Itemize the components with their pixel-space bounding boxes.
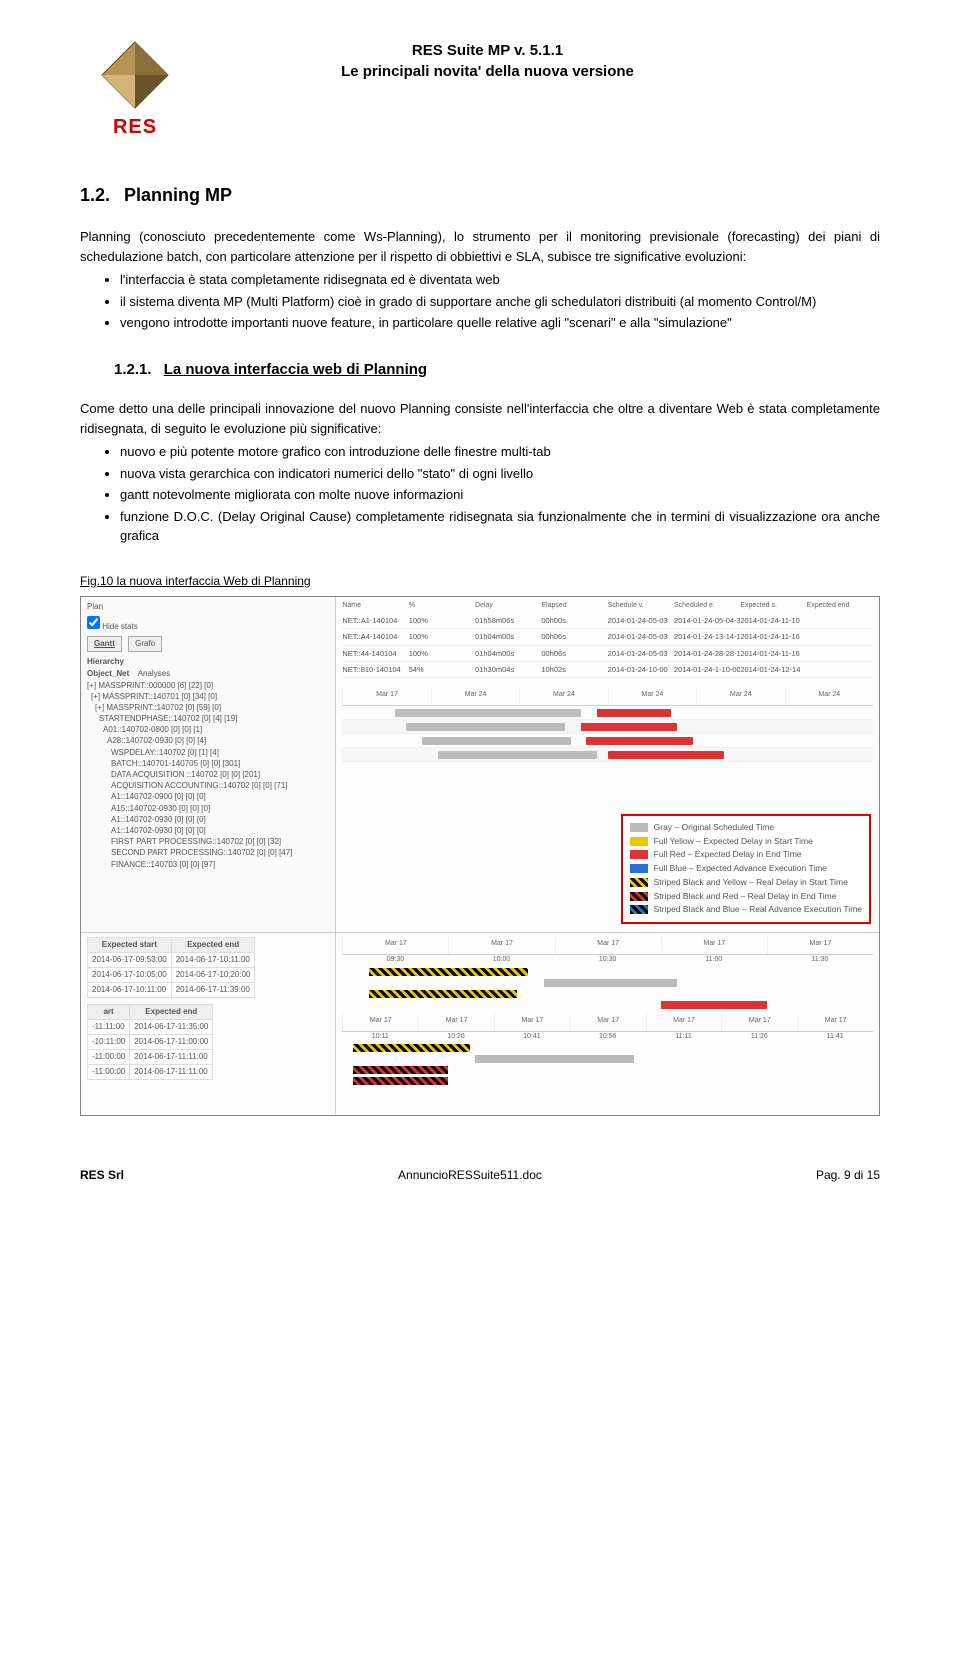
planning-screenshot: Plan Hide stats Gantt Grafo Hierarchy Ob…	[80, 596, 880, 1116]
res-diamond-icon	[100, 40, 170, 110]
footer-right: Pag. 9 di 15	[816, 1166, 880, 1184]
tree-item[interactable]: SECOND PART PROCESSING::140702 [0] [0] […	[87, 847, 329, 858]
tree-item[interactable]: [+] MASSPRINT::140702 [0] [59] [0]	[87, 702, 329, 713]
section-heading: 1.2. Planning MP	[80, 182, 880, 209]
tree-item[interactable]: ACQUISITION ACCOUNTING::140702 [0] [0] […	[87, 780, 329, 791]
tree-item[interactable]: FINANCE::140703 [0] [0] [97]	[87, 859, 329, 870]
list-item: nuova vista gerarchica con indicatori nu…	[120, 464, 880, 484]
section-intro: Planning (conosciuto precedentemente com…	[80, 227, 880, 266]
res-logo-text: RES	[80, 112, 190, 142]
page-footer: RES Srl AnnuncioRESSuite511.doc Pag. 9 d…	[80, 1166, 880, 1184]
list-item: vengono introdotte importanti nuove feat…	[120, 313, 880, 333]
legend-box: Gray – Original Scheduled TimeFull Yello…	[621, 814, 871, 924]
tree-item[interactable]: BATCH::140701-140705 [0] [0] [301]	[87, 758, 329, 769]
plan-label: Plan	[87, 602, 103, 611]
tree-item[interactable]: DATA ACQUISITION ::140702 [0] [0] [201]	[87, 769, 329, 780]
footer-left: RES Srl	[80, 1166, 124, 1184]
tree-item[interactable]: A1::140702-0930 [0] [0] [0]	[87, 825, 329, 836]
subsection-heading: 1.2.1. La nuova interfaccia web di Plann…	[114, 359, 880, 382]
legend-item: Striped Black and Blue – Real Advance Ex…	[630, 903, 862, 916]
tree-item[interactable]: STARTENDPHASE::140702 [0] [4] [19]	[87, 713, 329, 724]
tree-item[interactable]: A28::140702-0930 [0] [0] [4]	[87, 735, 329, 746]
tree-item[interactable]: [+] MASSPRINT::000000 [6] [22] [0]	[87, 680, 329, 691]
hide-stats-label: Hide stats	[102, 622, 138, 631]
section-bullet-list: l'interfaccia è stata completamente ridi…	[120, 270, 880, 333]
subsection-title: La nuova interfaccia web di Planning	[164, 361, 427, 378]
legend-item: Striped Black and Red – Real Delay in En…	[630, 890, 862, 903]
subsection-number: 1.2.1.	[114, 361, 152, 378]
subsection-intro: Come detto una delle principali innovazi…	[80, 399, 880, 438]
tab-grafo[interactable]: Grafo	[128, 636, 162, 652]
section-title: Planning MP	[124, 182, 232, 209]
object-net-label: Object_Net	[87, 669, 129, 678]
list-item: nuovo e più potente motore grafico con i…	[120, 442, 880, 462]
list-item: il sistema diventa MP (Multi Platform) c…	[120, 292, 880, 312]
legend-item: Gray – Original Scheduled Time	[630, 821, 862, 834]
list-item: gantt notevolmente migliorata con molte …	[120, 485, 880, 505]
bottom-gantt: Mar 17Mar 17Mar 17Mar 17Mar 1709:3010:00…	[336, 933, 879, 1114]
bottom-left-table: Expected startExpected end2014-06-17-09:…	[81, 933, 336, 1114]
legend-item: Full Red – Expected Delay in End Time	[630, 848, 862, 861]
legend-item: Striped Black and Yellow – Real Delay in…	[630, 876, 862, 889]
logo-block: RES	[80, 40, 190, 142]
page-header: RES RES Suite MP v. 5.1.1 Le principali …	[80, 40, 880, 142]
tree-header: Hierarchy	[87, 656, 329, 668]
tree-item[interactable]: A1::140702-0930 [0] [0] [0]	[87, 814, 329, 825]
title-line2: Le principali novita' della nuova versio…	[205, 61, 770, 82]
tree-item[interactable]: WSPDELAY::140702 [0] [1] [4]	[87, 747, 329, 758]
tree-item[interactable]: A1::140702-0900 [0] [0] [0]	[87, 791, 329, 802]
tree-item[interactable]: FIRST PART PROCESSING::140702 [0] [0] [3…	[87, 836, 329, 847]
legend-item: Full Blue – Expected Advance Execution T…	[630, 862, 862, 875]
figure-caption: Fig.10 la nuova interfaccia Web di Plann…	[80, 572, 880, 590]
subsection-bullet-list: nuovo e più potente motore grafico con i…	[120, 442, 880, 546]
analyses-label: Analyses	[138, 669, 170, 678]
list-item: l'interfaccia è stata completamente ridi…	[120, 270, 880, 290]
tree-item[interactable]: A01::140702-0800 [0] [0] [1]	[87, 724, 329, 735]
gantt-panel: Name%DelayElapsedSchedule v.Scheduled e.…	[336, 597, 879, 933]
tree-item[interactable]: [+] MASSPRINT::140701 [0] [34] [0]	[87, 691, 329, 702]
tree-item[interactable]: A15::140702-0930 [0] [0] [0]	[87, 803, 329, 814]
hide-stats-checkbox[interactable]	[87, 616, 100, 629]
section-number: 1.2.	[80, 182, 110, 209]
legend-item: Full Yellow – Expected Delay in Start Ti…	[630, 835, 862, 848]
hierarchy-panel: Plan Hide stats Gantt Grafo Hierarchy Ob…	[81, 597, 336, 933]
tab-gantt[interactable]: Gantt	[87, 636, 122, 652]
header-title: RES Suite MP v. 5.1.1 Le principali novi…	[205, 40, 770, 82]
footer-center: AnnuncioRESSuite511.doc	[398, 1166, 542, 1184]
hierarchy-tree: [+] MASSPRINT::000000 [6] [22] [0][+] MA…	[87, 680, 329, 870]
tabs: Gantt Grafo	[87, 636, 329, 652]
list-item: funzione D.O.C. (Delay Original Cause) c…	[120, 507, 880, 546]
title-line1: RES Suite MP v. 5.1.1	[205, 40, 770, 61]
